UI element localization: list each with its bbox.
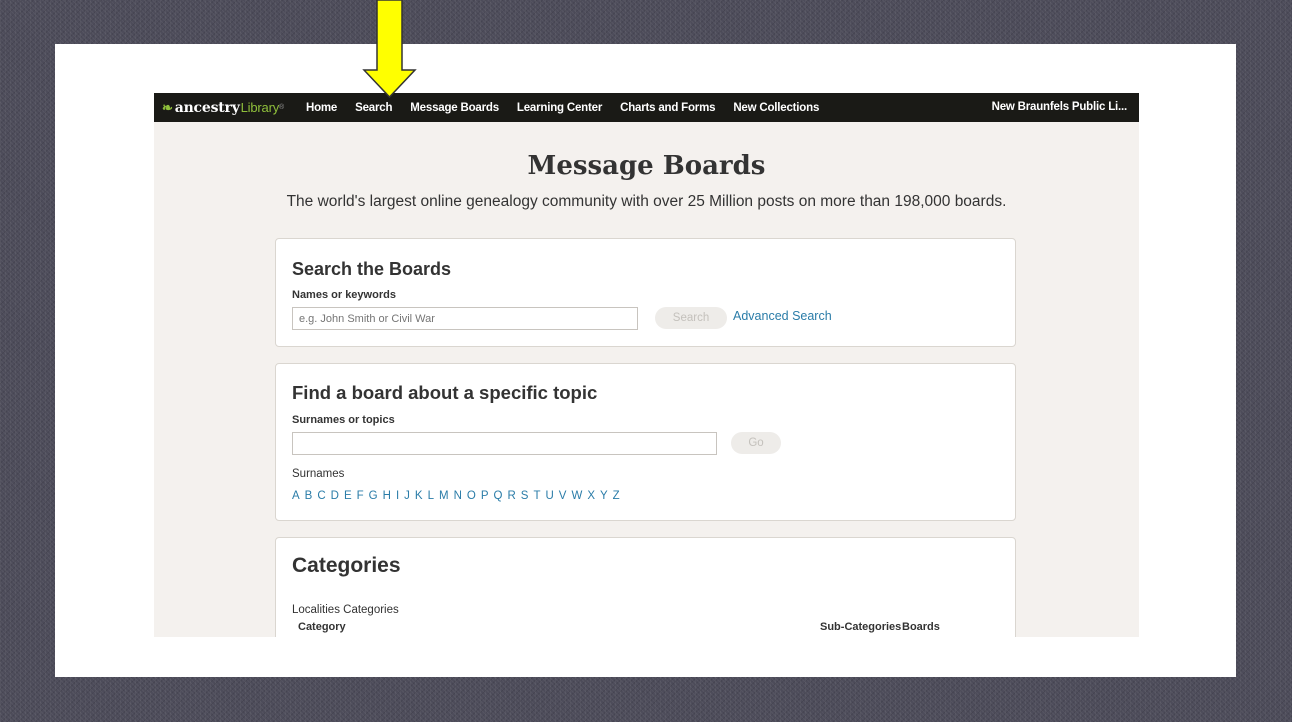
surnames-topics-label: Surnames or topics <box>292 414 395 426</box>
names-keywords-input[interactable] <box>292 307 638 330</box>
search-button[interactable]: Search <box>655 307 727 329</box>
letter-link-q[interactable]: Q <box>494 490 503 502</box>
yellow-down-arrow-icon <box>362 0 417 99</box>
letter-link-y[interactable]: Y <box>600 490 608 502</box>
nav-learning-center[interactable]: Learning Center <box>517 102 602 114</box>
page-subtitle: The world's largest online genealogy com… <box>286 193 1007 210</box>
letter-link-f[interactable]: F <box>357 490 364 502</box>
letter-link-w[interactable]: W <box>571 490 582 502</box>
page-title: Message Boards <box>527 151 766 181</box>
letter-link-g[interactable]: G <box>369 490 378 502</box>
col-boards: Boards <box>902 621 940 633</box>
letter-link-t[interactable]: T <box>533 490 540 502</box>
letter-link-r[interactable]: R <box>507 490 515 502</box>
letter-link-e[interactable]: E <box>344 490 352 502</box>
letter-link-v[interactable]: V <box>559 490 567 502</box>
categories-table-header: Category Sub-Categories Boards <box>292 619 1001 637</box>
names-keywords-label: Names or keywords <box>292 289 396 301</box>
letter-link-u[interactable]: U <box>545 490 553 502</box>
col-sub-categories: Sub-Categories <box>820 621 902 633</box>
letter-link-l[interactable]: L <box>428 490 434 502</box>
surnames-topics-input[interactable] <box>292 432 717 455</box>
letter-link-b[interactable]: B <box>305 490 313 502</box>
col-category: Category <box>298 621 346 633</box>
letter-link-c[interactable]: C <box>317 490 325 502</box>
categories-panel: Categories Localities Categories Categor… <box>275 537 1016 637</box>
categories-heading: Categories <box>292 554 401 577</box>
letter-link-d[interactable]: D <box>331 490 339 502</box>
search-boards-heading: Search the Boards <box>292 259 452 279</box>
surname-alphabet-index: ABCDEFGHIJKLMNOPQRSTUVWXYZ <box>292 490 625 502</box>
nav-charts-and-forms[interactable]: Charts and Forms <box>620 102 715 114</box>
advanced-search-link[interactable]: Advanced Search <box>733 309 832 323</box>
go-button[interactable]: Go <box>731 432 781 454</box>
nav-new-collections[interactable]: New Collections <box>733 102 819 114</box>
letter-link-i[interactable]: I <box>396 490 399 502</box>
letter-link-h[interactable]: H <box>383 490 391 502</box>
localities-categories-label: Localities Categories <box>292 604 399 616</box>
letter-link-z[interactable]: Z <box>613 490 620 502</box>
library-account-menu[interactable]: New Braunfels Public Li... <box>992 101 1128 113</box>
letter-link-x[interactable]: X <box>587 490 595 502</box>
find-board-heading: Find a board about a specific topic <box>292 382 598 403</box>
surnames-label: Surnames <box>292 468 345 480</box>
letter-link-j[interactable]: J <box>404 490 410 502</box>
letter-link-a[interactable]: A <box>292 490 300 502</box>
embedded-screenshot: ❧ ancestry Library ® Home Search Message… <box>154 93 1139 637</box>
letter-link-m[interactable]: M <box>439 490 449 502</box>
letter-link-n[interactable]: N <box>454 490 462 502</box>
letter-link-k[interactable]: K <box>415 490 423 502</box>
search-boards-panel: Search the Boards Names or keywords Sear… <box>275 238 1016 347</box>
letter-link-s[interactable]: S <box>521 490 529 502</box>
letter-link-o[interactable]: O <box>467 490 476 502</box>
letter-link-p[interactable]: P <box>481 490 489 502</box>
find-board-panel: Find a board about a specific topic Surn… <box>275 363 1016 521</box>
